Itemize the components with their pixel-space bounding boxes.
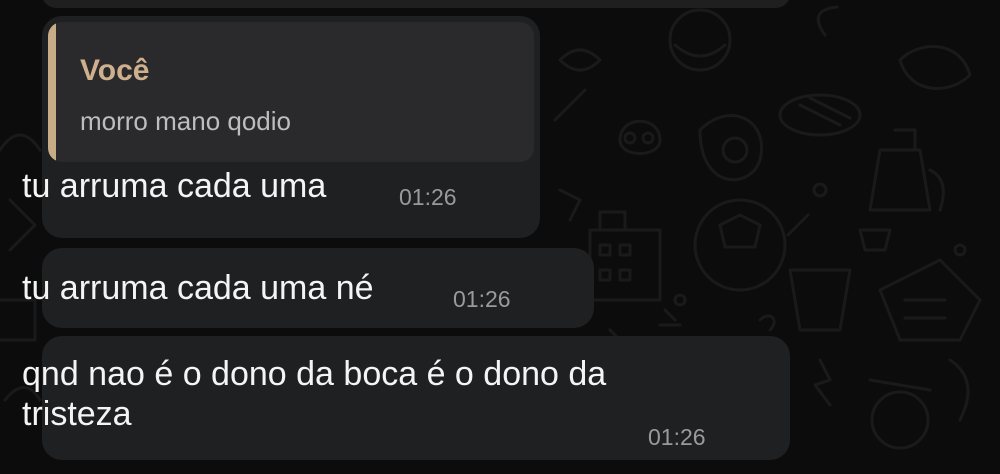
quote-accent-bar — [48, 22, 56, 162]
quoted-reply[interactable]: Você morro mano qodio — [48, 22, 534, 162]
bubble-tail — [70, 438, 98, 460]
message-text: tu arruma cada uma né — [22, 269, 374, 307]
message-text: qnd nao é o dono da boca é o dono da tri… — [22, 355, 607, 434]
previous-message-bubble — [42, 0, 790, 8]
message-text: tu arruma cada uma — [22, 167, 327, 205]
quote-author: Você — [80, 54, 150, 87]
message-time: 01:26 — [453, 286, 511, 312]
quote-text: morro mano qodio — [80, 106, 291, 136]
message-time: 01:26 — [399, 184, 457, 210]
message-time: 01:26 — [648, 424, 706, 450]
